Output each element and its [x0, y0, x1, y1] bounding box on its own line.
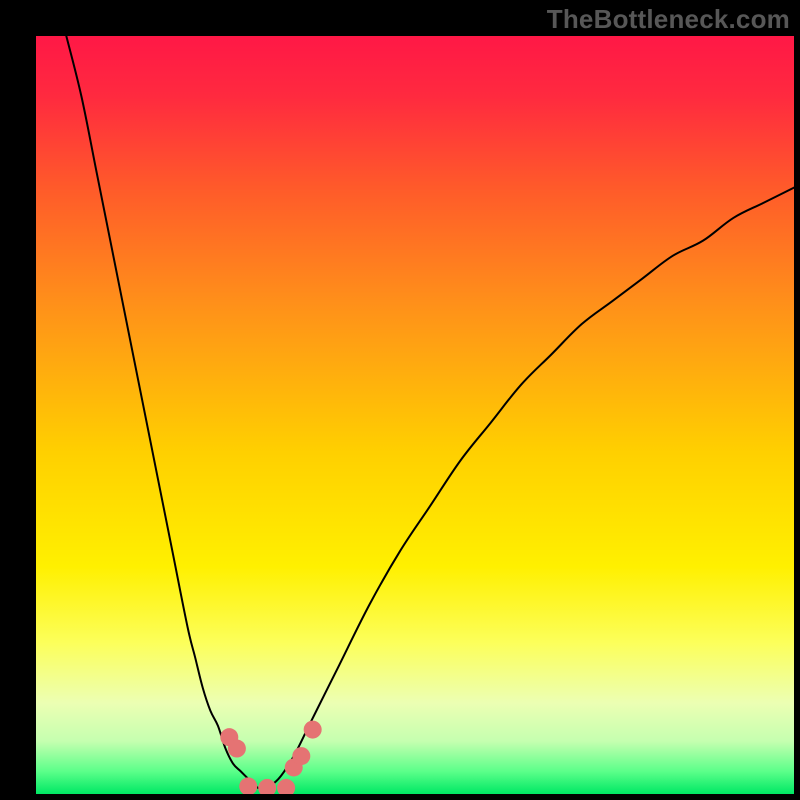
gradient-background — [36, 36, 794, 794]
data-marker — [228, 740, 246, 758]
watermark-label: TheBottleneck.com — [547, 4, 790, 35]
plot-area — [36, 36, 794, 794]
data-marker — [304, 721, 322, 739]
data-marker — [292, 747, 310, 765]
bottleneck-chart — [36, 36, 794, 794]
chart-frame: TheBottleneck.com — [0, 0, 800, 800]
